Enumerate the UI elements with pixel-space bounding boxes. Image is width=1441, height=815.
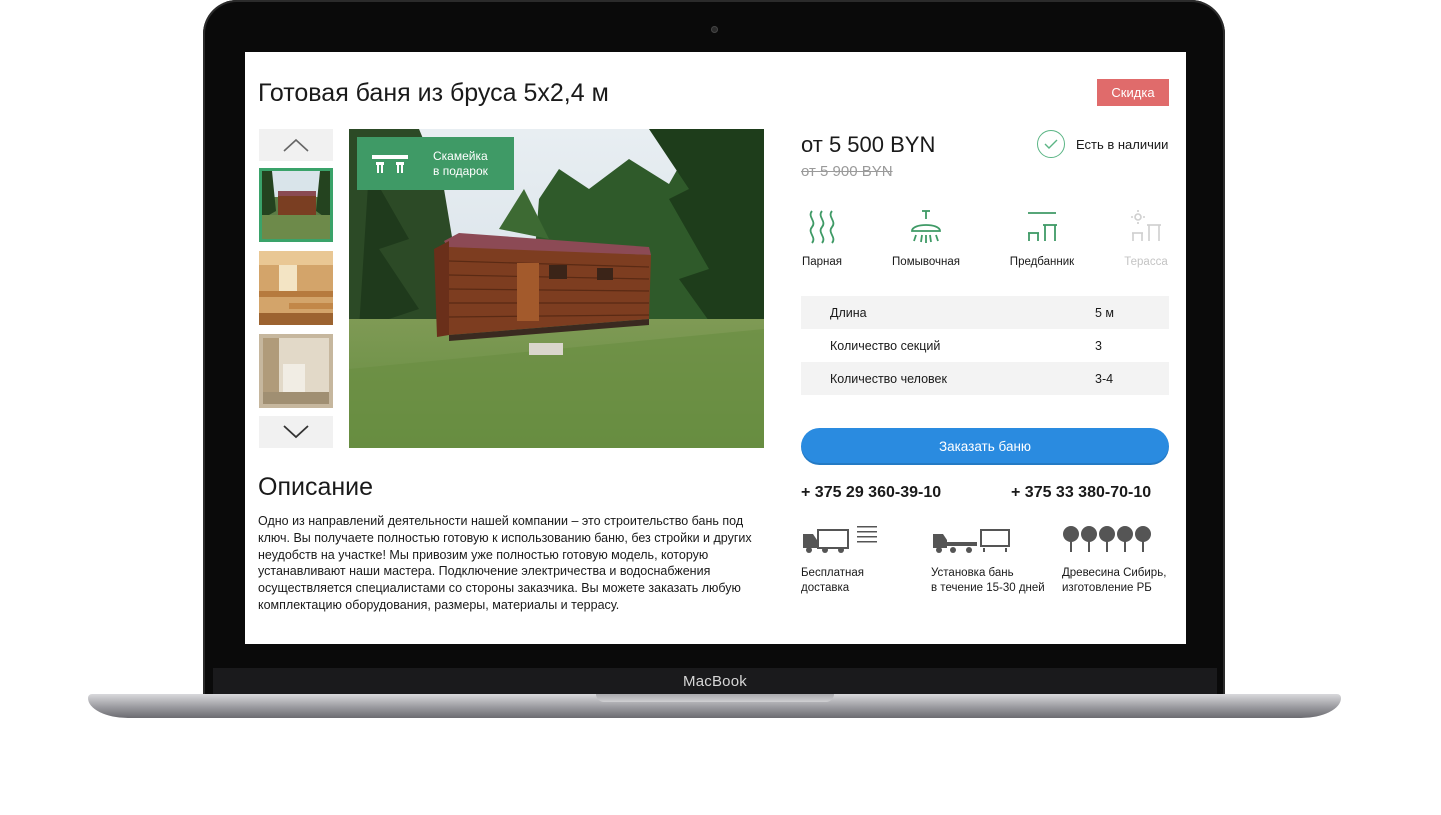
benefit-line-1: Древесина Сибирь, — [1062, 567, 1167, 579]
thumb-scroll-up-button[interactable] — [259, 129, 333, 161]
thumbnail-1[interactable] — [259, 168, 333, 242]
availability-label: Есть в наличии — [1076, 136, 1169, 152]
feature-label: Помывочная — [892, 256, 960, 268]
feature-steam-room: Парная — [801, 209, 843, 268]
check-circle-icon — [1037, 130, 1065, 158]
old-price: от 5 900 BYN — [801, 163, 893, 180]
spec-value: 3-4 — [1095, 371, 1114, 386]
spec-value: 5 м — [1095, 305, 1115, 320]
thumbnail-2[interactable] — [259, 251, 333, 325]
benefit-installation: Установка бань в течение 15-30 дней — [931, 524, 1045, 596]
feature-terrace: Терасса — [1123, 209, 1169, 268]
description-text: Одно из направлений деятельности нашей к… — [258, 514, 752, 612]
phone-number-2[interactable]: + 375 33 380-70-10 — [1011, 484, 1151, 502]
feature-label: Парная — [801, 256, 843, 268]
laptop-notch — [596, 694, 834, 702]
spec-row: Количество человек 3-4 — [801, 362, 1169, 395]
laptop-chin: MacBook — [213, 668, 1217, 696]
trees-icon — [1063, 526, 1151, 552]
product-title: Готовая баня из бруса 5х2,4 м — [258, 79, 609, 107]
shower-icon — [911, 210, 941, 243]
benefit-line-1: Бесплатная — [801, 567, 865, 579]
benefit-line-2: изготовление РБ — [1062, 582, 1152, 594]
laptop-brand: MacBook — [683, 673, 747, 690]
camera-dot — [711, 26, 718, 33]
screen: Готовая баня из бруса 5х2,4 м Скидка Ска… — [245, 52, 1186, 644]
bench-table-icon — [1028, 212, 1057, 241]
feature-dressing-room: Предбанник — [1007, 209, 1077, 268]
thumbnail-bathhouse-image — [262, 171, 330, 239]
phone-number-1[interactable]: + 375 29 360-39-10 — [801, 484, 941, 502]
thumbnail-room-image — [259, 334, 333, 408]
gift-line-1: Скамейка — [433, 148, 488, 163]
steam-icon — [809, 210, 835, 244]
spec-row: Количество секций 3 — [801, 329, 1169, 362]
thumb-scroll-down-button[interactable] — [259, 416, 333, 448]
spec-row: Длина 5 м — [801, 296, 1169, 329]
description-title: Описание — [258, 473, 374, 501]
spec-key: Количество человек — [830, 371, 947, 386]
main-product-photo[interactable]: Скамейка в подарок — [349, 129, 764, 448]
spec-value: 3 — [1095, 338, 1102, 353]
terrace-icon — [1131, 210, 1161, 241]
order-button[interactable]: Заказать баню — [801, 428, 1169, 465]
benefit-line-1: Установка бань — [931, 567, 1014, 579]
feature-washroom: Помывочная — [890, 209, 962, 268]
chevron-up-icon — [283, 138, 309, 152]
gift-banner: Скамейка в подарок — [357, 137, 514, 190]
sale-badge: Скидка — [1097, 79, 1169, 106]
bench-icon — [372, 154, 408, 173]
chevron-down-icon — [283, 425, 309, 439]
thumbnail-interior-image — [259, 251, 333, 325]
feature-label: Терасса — [1124, 256, 1168, 268]
delivery-truck-icon — [803, 526, 877, 553]
spec-key: Количество секций — [830, 338, 941, 353]
price: от 5 500 BYN — [801, 132, 936, 157]
thumbnail-3[interactable] — [259, 334, 333, 408]
specs-table: Длина 5 м Количество секций 3 Количество… — [801, 296, 1169, 395]
benefit-wood: Древесина Сибирь, изготовление РБ — [1062, 524, 1166, 596]
spec-key: Длина — [830, 305, 867, 320]
benefit-line-2: доставка — [801, 582, 850, 594]
feature-label: Предбанник — [1009, 256, 1075, 268]
tow-truck-icon — [933, 529, 1010, 553]
benefit-line-2: в течение 15-30 дней — [931, 582, 1045, 594]
availability-status: Есть в наличии — [1037, 130, 1168, 158]
gift-line-2: в подарок — [433, 163, 488, 178]
benefit-delivery: Бесплатная доставка — [801, 524, 881, 596]
